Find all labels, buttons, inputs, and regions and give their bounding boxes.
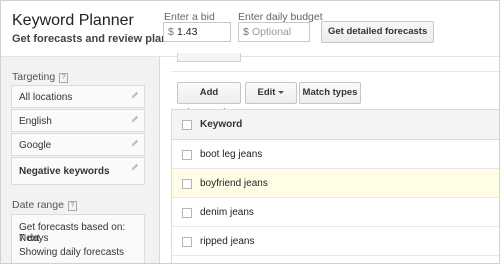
row-checkbox[interactable]	[182, 237, 192, 247]
edit-dropdown-button[interactable]: Edit	[245, 82, 297, 104]
targeting-item-language[interactable]: English	[11, 109, 145, 132]
date-range-label: Date range	[12, 199, 64, 211]
help-icon[interactable]: ?	[59, 73, 69, 83]
sidebar: Targeting? All locations English Google …	[1, 57, 160, 263]
targeting-item-locations[interactable]: All locations	[11, 85, 145, 108]
keyword-table: Keyword boot leg jeans boyfriend jeans d…	[171, 109, 499, 263]
select-all-checkbox[interactable]	[182, 120, 192, 130]
pencil-icon[interactable]	[131, 139, 139, 147]
bid-input[interactable]: $ 1.43	[163, 22, 231, 42]
pencil-icon[interactable]	[131, 91, 139, 99]
date-range-line: Showing daily forecasts	[19, 247, 125, 258]
edit-label: Edit	[257, 87, 276, 98]
targeting-item-label: English	[19, 116, 52, 127]
targeting-label: Targeting	[12, 71, 56, 83]
table-row[interactable]: boyfriend jeans	[172, 169, 499, 198]
keyword-cell: boyfriend jeans	[200, 178, 268, 189]
row-checkbox[interactable]	[182, 179, 192, 189]
date-range-card[interactable]: Get forecasts based on: Next 7 days Show…	[11, 214, 145, 263]
get-detailed-forecasts-button[interactable]: Get detailed forecasts	[321, 21, 435, 43]
row-checkbox[interactable]	[182, 208, 192, 218]
keyword-cell: denim jeans	[200, 207, 254, 218]
targeting-section-label: Targeting?	[12, 71, 69, 83]
targeting-item-label: Negative keywords	[19, 166, 110, 177]
budget-currency: $	[243, 26, 249, 38]
row-checkbox[interactable]	[182, 150, 192, 160]
collapsed-button-edge	[177, 53, 241, 62]
keyword-column-header: Keyword	[200, 119, 243, 130]
app-window: Keyword Planner Get forecasts and review…	[0, 0, 500, 264]
add-keywords-button[interactable]: Add keywords	[177, 82, 241, 118]
targeting-item-negative-keywords[interactable]: Negative keywords	[11, 157, 145, 185]
keyword-cell: ripped jeans	[200, 236, 255, 247]
bid-value: 1.43	[177, 26, 198, 38]
table-row[interactable]: ripped jeans	[172, 227, 499, 256]
targeting-item-network[interactable]: Google	[11, 133, 145, 156]
caret-down-icon	[278, 91, 285, 94]
date-range-section-label: Date range?	[12, 199, 77, 211]
targeting-item-label: Google	[19, 140, 52, 151]
table-row[interactable]: denim jeans	[172, 198, 499, 227]
targeting-item-label: All locations	[19, 92, 73, 103]
page-subtitle: Get forecasts and review plan	[12, 33, 168, 45]
match-types-label: Match types	[302, 87, 358, 98]
help-icon[interactable]: ?	[67, 201, 77, 211]
budget-placeholder: Optional	[252, 26, 292, 38]
pencil-icon[interactable]	[131, 163, 139, 171]
page-title: Keyword Planner	[12, 12, 134, 29]
main-divider	[171, 71, 499, 72]
pencil-icon[interactable]	[131, 115, 139, 123]
bid-currency: $	[168, 26, 174, 38]
daily-budget-input[interactable]: $ Optional	[238, 22, 310, 42]
table-row[interactable]: boot leg jeans	[172, 140, 499, 169]
table-header: Keyword	[172, 110, 499, 140]
match-types-dropdown-button[interactable]: Match types	[299, 82, 361, 114]
keyword-cell: boot leg jeans	[200, 149, 263, 160]
date-range-line: 7 days	[19, 233, 49, 244]
